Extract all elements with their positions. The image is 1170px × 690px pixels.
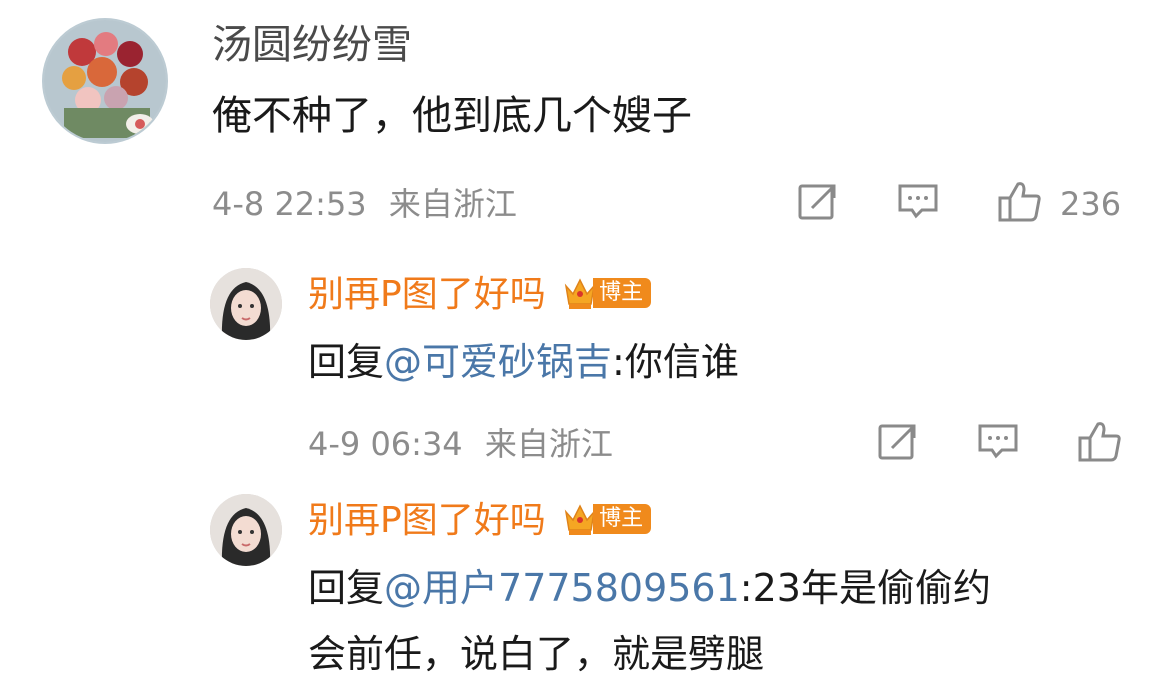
like-icon[interactable] bbox=[996, 178, 1044, 226]
blogger-badge: 博主 bbox=[563, 274, 652, 312]
reply-avatar-image bbox=[210, 494, 282, 566]
badge-label: 博主 bbox=[593, 278, 652, 308]
avatar[interactable] bbox=[42, 18, 168, 144]
reply-avatar[interactable] bbox=[210, 494, 282, 566]
comment-author[interactable]: 汤圆纷纷雪 bbox=[212, 20, 412, 70]
share-icon[interactable] bbox=[796, 180, 840, 224]
mention-link[interactable]: @用户7775809561 bbox=[384, 566, 740, 610]
comment-text: 俺不种了，他到底几个嫂子 bbox=[212, 93, 692, 139]
reply-prefix: 回复 bbox=[308, 340, 385, 384]
reply-time: 4-9 06:34 来自浙江 bbox=[308, 424, 613, 464]
avatar-image bbox=[44, 20, 166, 142]
reply-author-name[interactable]: 别再P图了好吗 bbox=[308, 500, 546, 541]
reply-author-name[interactable]: 别再P图了好吗 bbox=[308, 274, 546, 315]
reply-text: 回复@用户7775809561:23年是偷偷约 bbox=[308, 556, 991, 620]
reply-avatar[interactable] bbox=[210, 268, 282, 340]
comment-icon[interactable] bbox=[896, 180, 940, 224]
reply-text: 回复@可爱砂锅吉:你信谁 bbox=[308, 330, 739, 394]
comment-time-text: 4-8 22:53 bbox=[212, 185, 367, 223]
crown-icon bbox=[564, 278, 596, 309]
like-count: 236 bbox=[1060, 185, 1122, 223]
crown-icon bbox=[564, 504, 596, 535]
mention-link[interactable]: @可爱砂锅吉 bbox=[384, 340, 612, 384]
reply-time-text: 4-9 06:34 bbox=[308, 425, 463, 463]
comment-time: 4-8 22:53 来自浙江 bbox=[212, 184, 517, 224]
reply-content: :你信谁 bbox=[612, 340, 739, 384]
badge-label: 博主 bbox=[593, 504, 652, 534]
reply-location: 来自浙江 bbox=[484, 425, 613, 463]
comment-location: 来自浙江 bbox=[388, 185, 517, 223]
reply-text-continued: 会前任，说白了，就是劈腿 bbox=[308, 632, 765, 676]
reply-avatar-image bbox=[210, 268, 282, 340]
reply-author[interactable]: 别再P图了好吗 博主 bbox=[308, 272, 652, 318]
share-icon[interactable] bbox=[876, 420, 920, 464]
comment-icon[interactable] bbox=[976, 420, 1020, 464]
blogger-badge: 博主 bbox=[563, 500, 652, 538]
like-icon[interactable] bbox=[1076, 418, 1124, 466]
reply-content-line1: :23年是偷偷约 bbox=[739, 566, 991, 610]
reply-prefix: 回复 bbox=[308, 566, 385, 610]
reply-author[interactable]: 别再P图了好吗 博主 bbox=[308, 498, 652, 544]
